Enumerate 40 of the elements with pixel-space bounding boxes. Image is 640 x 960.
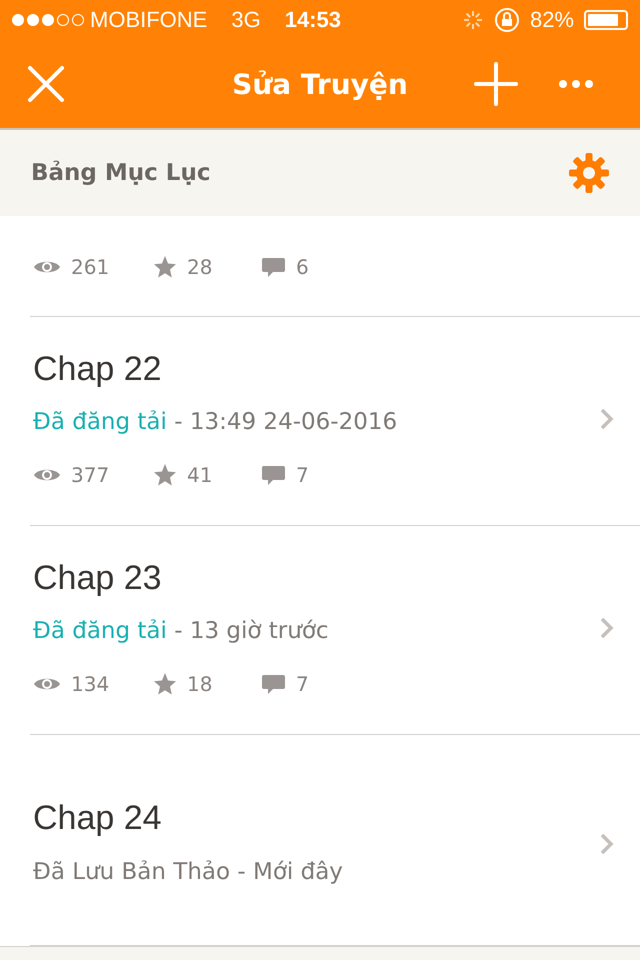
comment-icon	[261, 256, 286, 278]
comment-count: 7	[296, 463, 309, 487]
settings-icon[interactable]	[568, 152, 610, 194]
battery-icon	[584, 10, 628, 30]
chapter-row[interactable]: Chap 24 Đã Lưu Bản Thảo - Mới đây	[30, 735, 640, 946]
vote-count: 18	[187, 672, 212, 696]
chevron-icon	[599, 408, 614, 430]
rotation-lock-icon	[494, 7, 520, 33]
view-count: 261	[71, 255, 110, 279]
clock-time: 14:53	[284, 7, 341, 33]
chapter-title: Chap 22	[33, 349, 163, 390]
add-button[interactable]	[474, 62, 518, 106]
carrier-name: MOBIFONE	[90, 7, 208, 33]
comment-count: 6	[296, 255, 309, 279]
chapter-title: Chap 24	[33, 798, 163, 839]
plus-icon	[474, 62, 518, 106]
comment-icon	[261, 673, 286, 695]
comment-icon	[261, 464, 286, 486]
chapter-title: Chap 23	[33, 558, 163, 599]
chapter-row[interactable]: Chap 22 Đã đăng tải - 13:49 24-06-2016 377 41 7	[30, 317, 640, 526]
battery-percent: 82%	[530, 7, 574, 33]
network-type: 3G	[231, 7, 261, 33]
chapter-status: Đã đăng tải - 13 giờ trước	[33, 617, 330, 646]
more-icon	[557, 79, 595, 89]
star-icon	[153, 672, 177, 696]
activity-spinner-icon	[462, 9, 484, 31]
comment-count: 7	[296, 672, 309, 696]
view-count: 134	[71, 672, 110, 696]
star-icon	[153, 463, 177, 487]
section-title: Bảng Mục Lục	[31, 160, 210, 186]
chevron-icon	[599, 833, 614, 855]
vote-count: 41	[187, 463, 212, 487]
chapter-status: Đã đăng tải - 13:49 24-06-2016	[33, 408, 398, 437]
screen-title: Sửa Truyện	[232, 68, 408, 100]
chevron-icon	[599, 616, 614, 638]
vote-count: 28	[187, 255, 212, 279]
chapter-row[interactable]: Chap 23 Đã đăng tải - 13 giờ trước 134 18 7	[30, 526, 640, 735]
view-count: 377	[71, 463, 110, 487]
chapter-status: Đã Lưu Bản Thảo - Mới đây	[33, 858, 344, 887]
star-icon	[153, 255, 177, 279]
